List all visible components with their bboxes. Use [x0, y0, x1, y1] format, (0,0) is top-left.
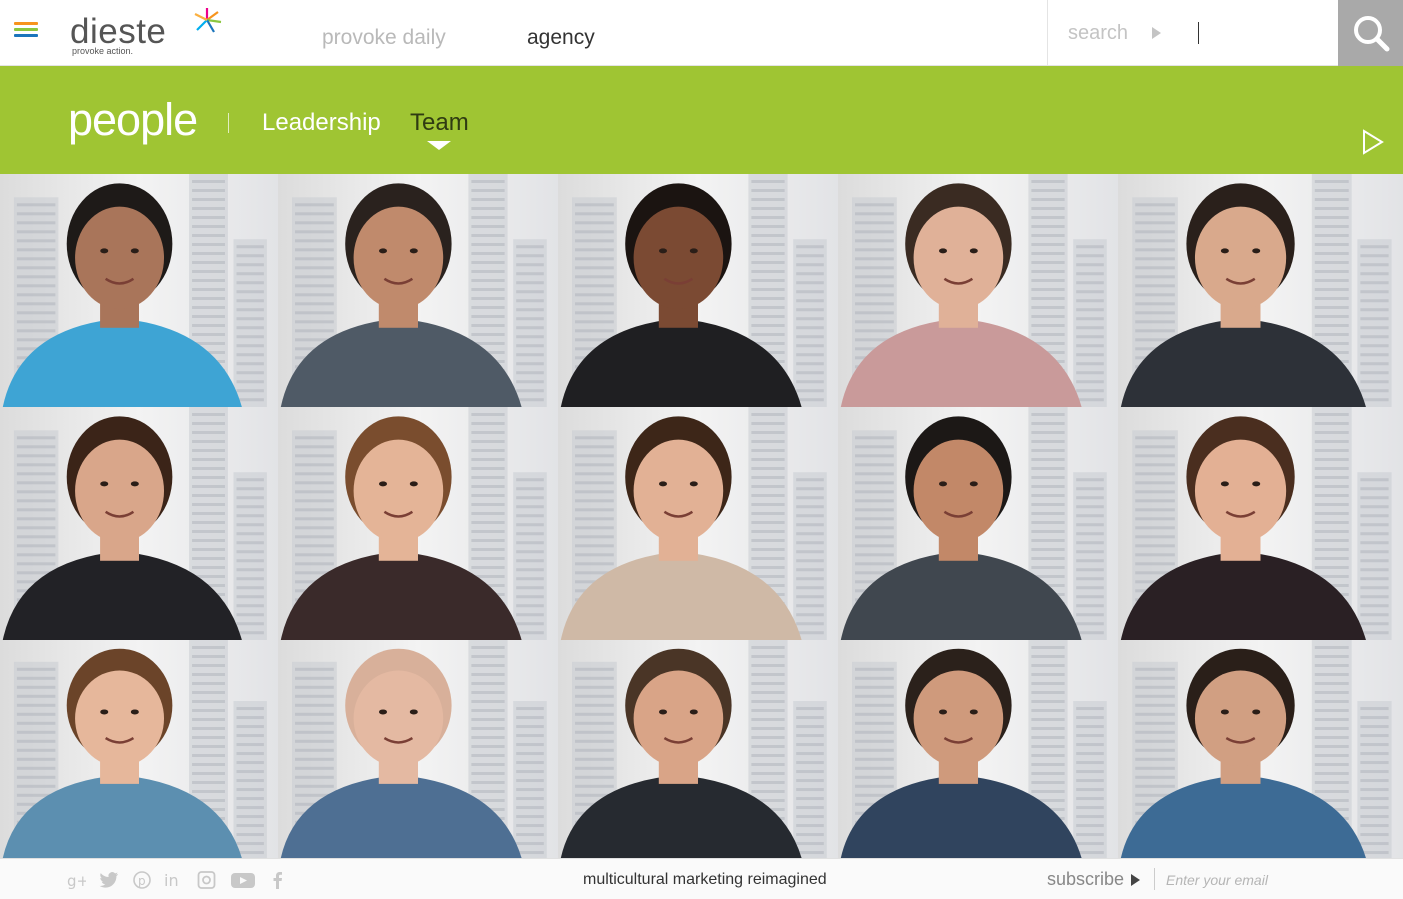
- search-arrow-icon: [1152, 27, 1161, 39]
- email-field[interactable]: [1166, 867, 1366, 893]
- subscribe-button[interactable]: subscribe: [1047, 869, 1124, 890]
- instagram-icon[interactable]: [197, 871, 217, 889]
- team-member-photo[interactable]: [1118, 174, 1403, 407]
- team-member-photo[interactable]: [558, 174, 838, 407]
- site-footer: g+ p in multicultural marketing reimagin…: [0, 858, 1403, 899]
- menu-stripe: [14, 28, 38, 31]
- team-member-photo[interactable]: [838, 407, 1118, 640]
- team-member-photo[interactable]: [838, 174, 1118, 407]
- nav-agency[interactable]: agency: [527, 26, 595, 50]
- text-caret: [1198, 22, 1199, 44]
- search-button[interactable]: [1338, 0, 1403, 66]
- search-label: search: [1068, 22, 1129, 44]
- youtube-icon[interactable]: [230, 871, 256, 889]
- tab-team[interactable]: Team: [410, 109, 469, 137]
- search-field[interactable]: search: [1047, 0, 1338, 66]
- pinterest-icon[interactable]: p: [132, 871, 152, 889]
- subscribe-arrow-icon: [1131, 874, 1140, 886]
- title-divider: [228, 113, 229, 133]
- logo-burst-icon: [194, 8, 222, 33]
- dieste-logo[interactable]: dieste provoke action.: [70, 6, 230, 58]
- play-outline-icon[interactable]: [1362, 129, 1384, 155]
- section-title: people: [68, 94, 198, 145]
- site-header: dieste provoke action. provoke daily age…: [0, 0, 1403, 66]
- menu-stripe: [14, 22, 38, 25]
- team-member-photo[interactable]: [1118, 640, 1403, 858]
- people-section-bar: people Leadership Team: [0, 66, 1403, 174]
- footer-tagline: multicultural marketing reimagined: [583, 871, 827, 888]
- tab-leadership[interactable]: Leadership: [262, 109, 381, 137]
- team-member-photo[interactable]: [838, 640, 1118, 858]
- team-member-photo[interactable]: [1118, 407, 1403, 640]
- team-member-photo[interactable]: [558, 640, 838, 858]
- logo-tagline: provoke action.: [72, 46, 134, 56]
- team-member-photo[interactable]: [0, 640, 278, 858]
- twitter-icon[interactable]: [99, 871, 119, 889]
- team-photo-grid: [0, 174, 1403, 858]
- svg-text:g+: g+: [67, 872, 86, 889]
- svg-text:in: in: [164, 871, 179, 889]
- linkedin-icon[interactable]: in: [164, 871, 184, 889]
- facebook-icon[interactable]: [268, 871, 288, 889]
- team-member-photo[interactable]: [558, 407, 838, 640]
- team-member-photo[interactable]: [278, 407, 558, 640]
- google-plus-icon[interactable]: g+: [66, 871, 86, 889]
- team-member-photo[interactable]: [0, 174, 278, 407]
- magnifier-icon: [1354, 16, 1390, 52]
- menu-stripe: [14, 34, 38, 37]
- hamburger-menu-icon[interactable]: [14, 22, 38, 40]
- team-member-photo[interactable]: [278, 640, 558, 858]
- team-member-photo[interactable]: [278, 174, 558, 407]
- svg-text:p: p: [138, 874, 146, 888]
- active-tab-indicator: [427, 141, 451, 150]
- team-member-photo[interactable]: [0, 407, 278, 640]
- footer-divider: [1154, 868, 1155, 890]
- nav-provoke-daily[interactable]: provoke daily: [322, 26, 446, 50]
